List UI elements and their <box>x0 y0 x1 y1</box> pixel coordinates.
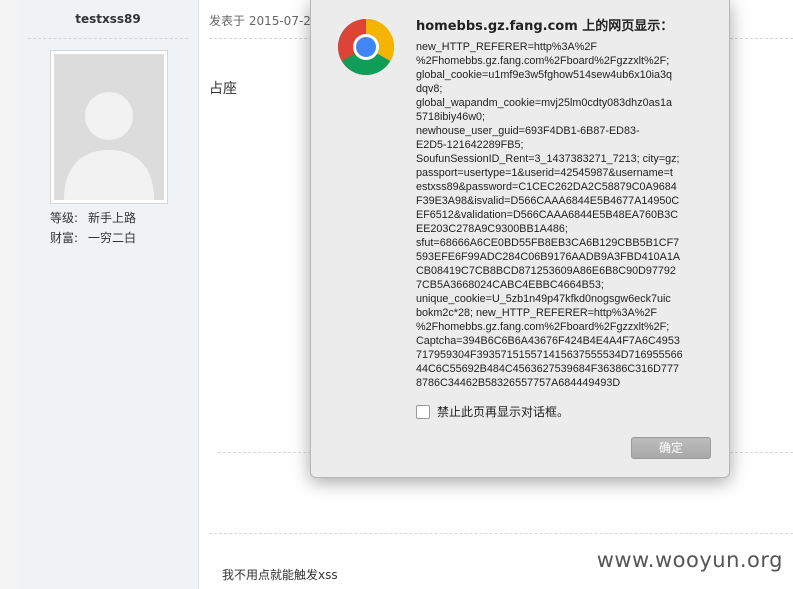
chrome-logo-icon <box>337 18 395 76</box>
alert-dialog: homebbs.gz.fang.com 上的网页显示： new_HTTP_REF… <box>310 0 730 478</box>
post-time: 发表于 2015-07-20 <box>209 14 319 28</box>
dialog-message: new_HTTP_REFERER=http%3A%2F %2Fhomebbs.g… <box>416 41 683 389</box>
wealth-label: 财富: <box>50 231 79 245</box>
post-body: 占座 <box>209 81 237 97</box>
level-label: 等级: <box>50 211 79 225</box>
ok-button[interactable]: 确定 <box>631 437 711 459</box>
signature-divider <box>209 533 793 534</box>
suppress-dialogs-label[interactable]: 禁止此页再显示对话框。 <box>437 403 569 420</box>
user-wealth: 财富: 一穷二白 <box>50 229 136 246</box>
suppress-dialogs-checkbox[interactable] <box>416 404 430 419</box>
wealth-value: 一穷二白 <box>88 231 137 245</box>
post-signature: 我不用点就能触发xss <box>222 568 338 582</box>
user-divider <box>28 38 188 39</box>
user-info-column: testxss89 等级: 新手上路 财富: 一穷二白 <box>18 0 199 589</box>
default-avatar-icon <box>54 54 164 200</box>
level-value[interactable]: 新手上路 <box>88 211 136 225</box>
avatar[interactable] <box>50 50 168 204</box>
watermark: www.wooyun.org <box>596 548 783 572</box>
left-margin-strip <box>0 0 19 589</box>
suppress-dialogs-option[interactable]: 禁止此页再显示对话框。 <box>416 403 569 420</box>
dialog-title: homebbs.gz.fang.com 上的网页显示： <box>416 19 674 34</box>
username[interactable]: testxss89 <box>18 12 198 26</box>
user-level: 等级: 新手上路 <box>50 209 136 226</box>
